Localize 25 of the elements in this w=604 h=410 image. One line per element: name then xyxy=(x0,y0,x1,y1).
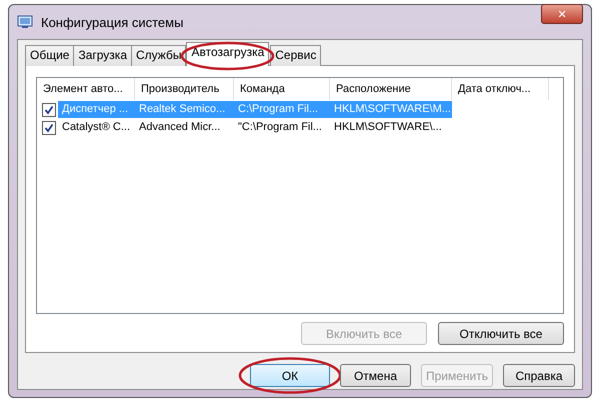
window-title: Конфигурация системы xyxy=(41,14,184,30)
tab[interactable]: Общие xyxy=(25,45,74,66)
checkbox[interactable] xyxy=(42,102,56,116)
table-cell-text: Catalyst® C... xyxy=(61,120,132,135)
table-cell-text: Advanced Micr... xyxy=(138,120,222,135)
column-header[interactable]: Команда xyxy=(234,78,330,100)
column-header[interactable]: Дата отключ... xyxy=(452,78,549,100)
table-cell: HKLM\SOFTWARE\M... xyxy=(330,101,452,118)
checkbox[interactable] xyxy=(42,120,56,134)
table-cell-text: HKLM\SOFTWARE\... xyxy=(333,120,443,135)
column-header[interactable]: Элемент авто... xyxy=(37,78,135,100)
table-cell: C:\Program Fil... xyxy=(234,101,330,118)
column-header[interactable]: Расположение xyxy=(330,78,452,100)
dialog-button[interactable]: Отмена xyxy=(340,364,411,387)
table-cell: Диспетчер ... xyxy=(58,101,135,118)
dialog-button[interactable]: ОК xyxy=(250,364,330,387)
toggle-all-button[interactable]: Отключить все xyxy=(438,322,564,345)
computer-icon xyxy=(17,15,33,29)
table-cell: Realtek Semico... xyxy=(135,101,234,118)
table-cell-text: "C:\Program Fil... xyxy=(237,120,323,135)
column-header[interactable]: Производитель xyxy=(135,78,234,100)
tab[interactable]: Службы xyxy=(131,45,186,66)
dialog-button[interactable]: Справка xyxy=(503,364,575,387)
tab[interactable]: Сервис xyxy=(270,45,322,66)
tab[interactable]: Загрузка xyxy=(73,45,132,66)
